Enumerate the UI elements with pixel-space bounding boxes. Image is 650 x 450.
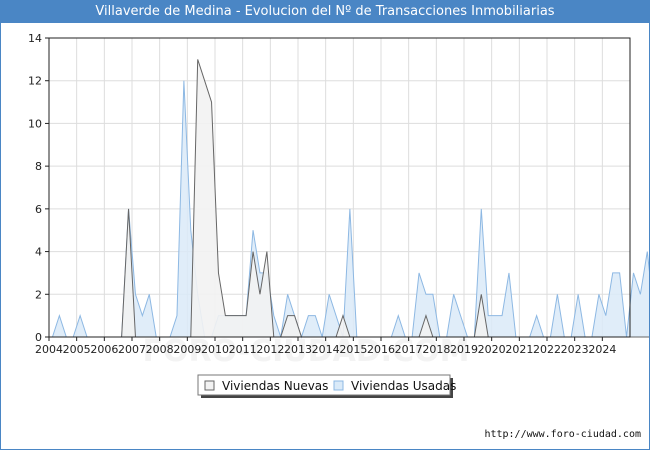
chart-frame: Villaverde de Medina - Evolucion del Nº … xyxy=(0,0,650,450)
y-tick-label: 6 xyxy=(35,203,42,216)
x-tick-label: 2010 xyxy=(201,343,229,356)
footer-url: http://www.foro-ciudad.com xyxy=(484,429,641,440)
x-tick-label: 2024 xyxy=(588,343,616,356)
x-tick-label: 2008 xyxy=(146,343,174,356)
x-tick-label: 2018 xyxy=(422,343,450,356)
y-tick-label: 14 xyxy=(28,32,42,45)
x-tick-label: 2009 xyxy=(173,343,201,356)
x-tick-label: 2013 xyxy=(284,343,312,356)
x-tick-label: 2014 xyxy=(312,343,340,356)
y-tick-label: 2 xyxy=(35,288,42,301)
y-tick-label: 4 xyxy=(35,246,42,259)
x-tick-label: 2011 xyxy=(229,343,257,356)
chart-svg: FORO-CIUDAD.COM 02468101214 2004 2005 2006… xyxy=(28,32,649,398)
x-tick-label: 2023 xyxy=(561,343,589,356)
x-tick-label: 2016 xyxy=(367,343,395,356)
x-tick-label: 2005 xyxy=(63,343,91,356)
y-tick-label: 12 xyxy=(28,75,42,88)
x-tick-label: 2021 xyxy=(505,343,533,356)
x-tick-label: 2004 xyxy=(35,343,63,356)
legend: Viviendas Nuevas Viviendas Usadas xyxy=(197,374,456,398)
plot-area-border xyxy=(48,37,631,338)
x-tick-label: 2006 xyxy=(90,343,118,356)
legend-swatch-nuevas xyxy=(204,380,215,391)
y-tick-label: 8 xyxy=(35,160,42,173)
legend-swatch-usadas xyxy=(333,380,344,391)
x-tick-label: 2017 xyxy=(395,343,423,356)
x-tick-label: 2012 xyxy=(256,343,284,356)
x-tick-label: 2022 xyxy=(533,343,561,356)
x-tick-label: 2015 xyxy=(339,343,367,356)
legend-label-nuevas: Viviendas Nuevas xyxy=(222,379,328,393)
x-tick-label: 2019 xyxy=(450,343,478,356)
x-tick-label: 2020 xyxy=(478,343,506,356)
legend-label-usadas: Viviendas Usadas xyxy=(351,379,456,393)
y-tick-label: 10 xyxy=(28,117,42,130)
x-tick-label: 2007 xyxy=(118,343,146,356)
